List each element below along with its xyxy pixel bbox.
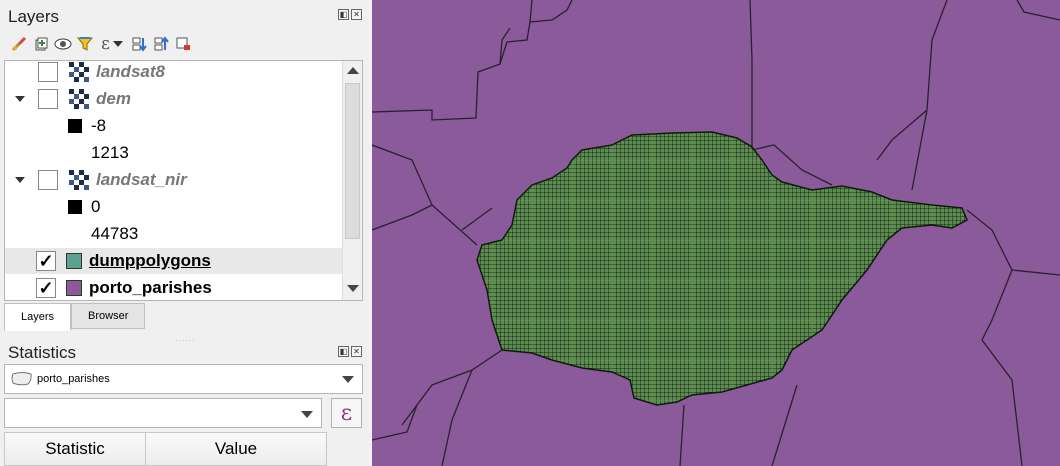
map-canvas[interactable] <box>372 0 1060 466</box>
expand-all-icon[interactable] <box>130 35 148 53</box>
add-group-icon[interactable] <box>32 35 50 53</box>
collapse-arrow-icon[interactable] <box>15 177 25 183</box>
statistics-panel-title: Statistics <box>8 343 77 362</box>
layer-row-dem[interactable]: dem <box>5 86 343 112</box>
legend-min-value: -8 <box>91 116 107 135</box>
layer-row-landsat-nir[interactable]: landsat_nir <box>5 167 343 193</box>
remove-layer-icon[interactable] <box>174 35 192 53</box>
scroll-thumb[interactable] <box>345 83 360 239</box>
legend-max-value: 44783 <box>91 224 139 243</box>
legend-max-value: 1213 <box>91 143 129 162</box>
close-panel-button[interactable]: ✕ <box>351 346 362 357</box>
layer-visibility-checkbox[interactable]: ✓ <box>36 278 56 298</box>
visibility-icon[interactable] <box>54 35 72 53</box>
dock-tab-bar: Layers Browser <box>4 303 146 331</box>
layers-panel-title: Layers <box>8 7 60 26</box>
style-manager-icon[interactable] <box>10 35 28 53</box>
close-panel-button[interactable]: ✕ <box>351 9 362 20</box>
layer-name: porto_parishes <box>89 278 212 297</box>
layer-row-dumppolygons[interactable]: ✓ dumppolygons <box>5 248 343 274</box>
legend-item: 0 <box>5 194 343 220</box>
filter-icon[interactable] <box>76 35 94 53</box>
chevron-down-icon <box>301 411 313 418</box>
collapse-all-icon[interactable] <box>152 35 170 53</box>
expression-filter-icon[interactable]: ε <box>98 34 126 54</box>
raster-layer-icon <box>69 62 89 82</box>
scroll-down-arrow-icon[interactable] <box>347 285 359 292</box>
legend-black-swatch <box>68 200 82 214</box>
vector-symbol-swatch <box>66 253 82 269</box>
statistics-table-header: Statistic Value <box>4 432 327 466</box>
raster-layer-icon <box>69 89 89 109</box>
layer-row-porto-parishes[interactable]: ✓ porto_parishes <box>5 275 343 300</box>
layer-name: landsat_nir <box>96 170 187 189</box>
layers-toolbar: ε <box>10 33 192 55</box>
layer-row-landsat8[interactable]: landsat8 <box>5 61 343 85</box>
layers-dock-buttons: ◧ ✕ <box>338 9 362 20</box>
layer-tree-scrollbar[interactable] <box>342 61 362 300</box>
panel-splitter-grip[interactable]: ...... <box>176 334 195 343</box>
legend-item: -8 <box>5 113 343 139</box>
scroll-up-arrow-icon[interactable] <box>347 67 359 74</box>
vector-symbol-swatch <box>66 280 82 296</box>
statistics-dock-buttons: ◧ ✕ <box>338 346 362 357</box>
legend-item: 44783 <box>5 221 343 247</box>
float-panel-button[interactable]: ◧ <box>338 9 349 20</box>
float-panel-button[interactable]: ◧ <box>338 346 349 357</box>
map-rendering <box>372 0 1060 466</box>
layer-visibility-checkbox[interactable] <box>38 89 58 109</box>
layer-name: dumppolygons <box>89 251 211 270</box>
statistics-field-select[interactable] <box>4 398 322 428</box>
expression-builder-button[interactable]: ε <box>331 398 362 428</box>
tab-layers[interactable]: Layers <box>4 303 72 331</box>
raster-layer-icon <box>69 170 89 190</box>
left-dock: Layers ◧ ✕ ε landsat8 dem -8 1213 landsa… <box>0 0 366 466</box>
statistics-layer-select[interactable]: porto_parishes <box>4 364 363 394</box>
layer-tree: landsat8 dem -8 1213 landsat_nir 0 44783 <box>4 60 363 301</box>
polygon-layer-icon <box>11 372 32 386</box>
column-header-statistic[interactable]: Statistic <box>5 433 146 465</box>
layer-name: landsat8 <box>96 62 165 81</box>
statistics-layer-value: porto_parishes <box>37 373 110 385</box>
legend-item: 1213 <box>5 140 343 166</box>
layer-name: dem <box>96 89 131 108</box>
legend-black-swatch <box>68 119 82 133</box>
legend-min-value: 0 <box>91 197 101 216</box>
collapse-arrow-icon[interactable] <box>15 96 25 102</box>
column-header-value[interactable]: Value <box>146 433 326 465</box>
layer-visibility-checkbox[interactable]: ✓ <box>36 251 56 271</box>
layer-visibility-checkbox[interactable] <box>38 62 58 82</box>
layer-visibility-checkbox[interactable] <box>38 170 58 190</box>
tab-browser[interactable]: Browser <box>71 303 146 329</box>
chevron-down-icon <box>342 376 354 383</box>
